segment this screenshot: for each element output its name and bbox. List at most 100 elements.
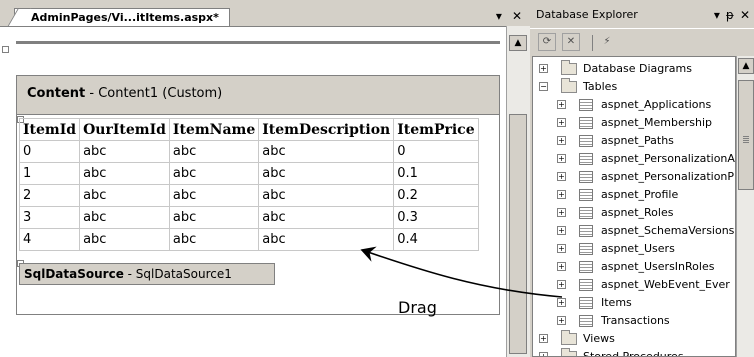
database-explorer-pane: Database Explorer ▾ ᵽ ✕ ⟳ ✕ ⚡ + Database …: [530, 0, 754, 357]
cell-item-price: 0: [393, 140, 479, 163]
content-title: Content: [27, 86, 86, 101]
sqldatasource-control[interactable]: SqlDataSource - SqlDataSource1: [19, 263, 275, 285]
expand-icon[interactable]: +: [557, 226, 566, 235]
table-icon: [579, 135, 593, 147]
tree-node[interactable]: + aspnet_Profile: [533, 186, 733, 204]
expand-icon[interactable]: +: [539, 64, 548, 73]
cell-item-price: 0.2: [393, 184, 479, 207]
scroll-up-icon[interactable]: ▲: [738, 58, 754, 74]
tree-node-label: aspnet_WebEvent_Ever: [601, 278, 730, 291]
tree-node[interactable]: + aspnet_Applications: [533, 96, 733, 114]
tree-node-label: aspnet_Paths: [601, 134, 674, 147]
expand-icon[interactable]: +: [557, 154, 566, 163]
folder-icon: [561, 78, 577, 93]
table-row: 3 abc abc abc 0.3: [18, 206, 479, 229]
drag-annotation-label: Drag: [398, 298, 437, 317]
tree-node-label: aspnet_SchemaVersions: [601, 224, 735, 237]
table-row: 4 abc abc abc 0.4: [18, 228, 479, 251]
column-header: ItemDescription: [258, 118, 395, 141]
tree-node-label: aspnet_Profile: [601, 188, 679, 201]
close-document-icon[interactable]: ✕: [512, 8, 522, 24]
table-icon: [579, 315, 593, 327]
tree-node-label: aspnet_Membership: [601, 116, 712, 129]
tree-node-label: Tables: [583, 80, 618, 93]
cell-item-description: abc: [258, 206, 395, 229]
cell-item-name: abc: [168, 140, 260, 163]
cell-item-name: abc: [168, 228, 260, 251]
tree-node[interactable]: + aspnet_Paths: [533, 132, 733, 150]
tree-node[interactable]: + aspnet_Users: [533, 240, 733, 258]
tree-node-label: aspnet_PersonalizationP: [601, 170, 735, 183]
tree-node[interactable]: + Stored Procedures: [533, 348, 733, 357]
cell-item-description: abc: [258, 140, 395, 163]
content-placeholder[interactable]: Content - Content1 (Custom) ItemId OurIt…: [16, 75, 500, 315]
expand-icon[interactable]: +: [557, 244, 566, 253]
tree-node-label: aspnet_PersonalizationA: [601, 152, 735, 165]
expand-icon[interactable]: +: [557, 100, 566, 109]
gridview[interactable]: ItemId OurItemId ItemName ItemDescriptio…: [18, 118, 479, 251]
scrollbar-thumb[interactable]: [509, 114, 527, 354]
tree-node[interactable]: + aspnet_PersonalizationP: [533, 168, 735, 186]
expand-icon[interactable]: +: [557, 136, 566, 145]
stop-icon[interactable]: ✕: [562, 33, 580, 51]
tree-node[interactable]: + aspnet_PersonalizationA: [533, 150, 735, 168]
expand-icon[interactable]: +: [557, 208, 566, 217]
auto-hide-pin-icon[interactable]: ᵽ: [726, 8, 734, 22]
table-row: 0 abc abc abc 0: [18, 140, 479, 163]
cell-item-id: 4: [18, 228, 81, 251]
collapse-icon[interactable]: −: [539, 82, 548, 91]
tree-node[interactable]: + Items: [533, 294, 733, 312]
tree-node[interactable]: − Tables: [533, 78, 733, 96]
expand-icon[interactable]: +: [557, 118, 566, 127]
close-icon[interactable]: ✕: [740, 8, 750, 22]
table-icon: [579, 225, 593, 237]
cell-item-description: abc: [258, 184, 395, 207]
tab-list-dropdown-icon[interactable]: ▾: [496, 8, 502, 24]
expand-icon[interactable]: +: [539, 334, 548, 343]
database-explorer-tree[interactable]: + Database Diagrams − Tables + aspnet_Applica…: [532, 56, 736, 357]
scrollbar-thumb[interactable]: [738, 80, 754, 190]
connect-to-database-icon[interactable]: ⚡: [598, 33, 616, 51]
tree-node[interactable]: + Views: [533, 330, 733, 348]
gridview-header-row: ItemId OurItemId ItemName ItemDescriptio…: [18, 118, 479, 141]
tree-node[interactable]: + aspnet_Membership: [533, 114, 733, 132]
cell-item-name: abc: [168, 162, 260, 185]
refresh-icon[interactable]: ⟳: [538, 33, 556, 51]
tree-node[interactable]: + aspnet_WebEvent_Ever: [533, 276, 733, 294]
tree-node-label: Stored Procedures: [583, 350, 684, 357]
expand-icon[interactable]: +: [557, 298, 566, 307]
master-region-border: [16, 41, 500, 44]
cell-our-item-id: abc: [79, 206, 170, 229]
folder-icon: [561, 348, 577, 356]
expand-icon[interactable]: +: [557, 172, 566, 181]
table-icon: [579, 261, 593, 273]
cell-item-description: abc: [258, 228, 395, 251]
tree-node-label: Items: [601, 296, 632, 309]
column-header: OurItemId: [79, 118, 170, 141]
cell-item-price: 0.3: [393, 206, 479, 229]
table-row: 2 abc abc abc 0.2: [18, 184, 479, 207]
expand-icon[interactable]: +: [557, 262, 566, 271]
cell-item-price: 0.4: [393, 228, 479, 251]
cell-item-name: abc: [168, 206, 260, 229]
tree-node[interactable]: + Database Diagrams: [533, 60, 733, 78]
document-tab[interactable]: AdminPages/Vi...itItems.aspx*: [14, 8, 230, 27]
cell-item-description: abc: [258, 162, 395, 185]
database-explorer-titlebar: Database Explorer ▾ ᵽ ✕: [530, 0, 754, 28]
tree-node-label: aspnet_Roles: [601, 206, 674, 219]
folder-icon: [561, 60, 577, 75]
table-icon: [579, 171, 593, 183]
expand-icon[interactable]: +: [557, 190, 566, 199]
explorer-vertical-scrollbar[interactable]: ▲: [736, 56, 754, 357]
editor-vertical-scrollbar[interactable]: ▲: [506, 26, 530, 357]
window-position-dropdown-icon[interactable]: ▾: [714, 8, 720, 22]
tree-node[interactable]: + aspnet_Roles: [533, 204, 733, 222]
scroll-up-icon[interactable]: ▲: [509, 35, 527, 51]
table-icon: [579, 297, 593, 309]
tree-node[interactable]: + aspnet_SchemaVersions: [533, 222, 735, 240]
tree-node[interactable]: + Transactions: [533, 312, 733, 330]
expand-icon[interactable]: +: [539, 352, 548, 356]
tree-node[interactable]: + aspnet_UsersInRoles: [533, 258, 733, 276]
expand-icon[interactable]: +: [557, 316, 566, 325]
expand-icon[interactable]: +: [557, 280, 566, 289]
